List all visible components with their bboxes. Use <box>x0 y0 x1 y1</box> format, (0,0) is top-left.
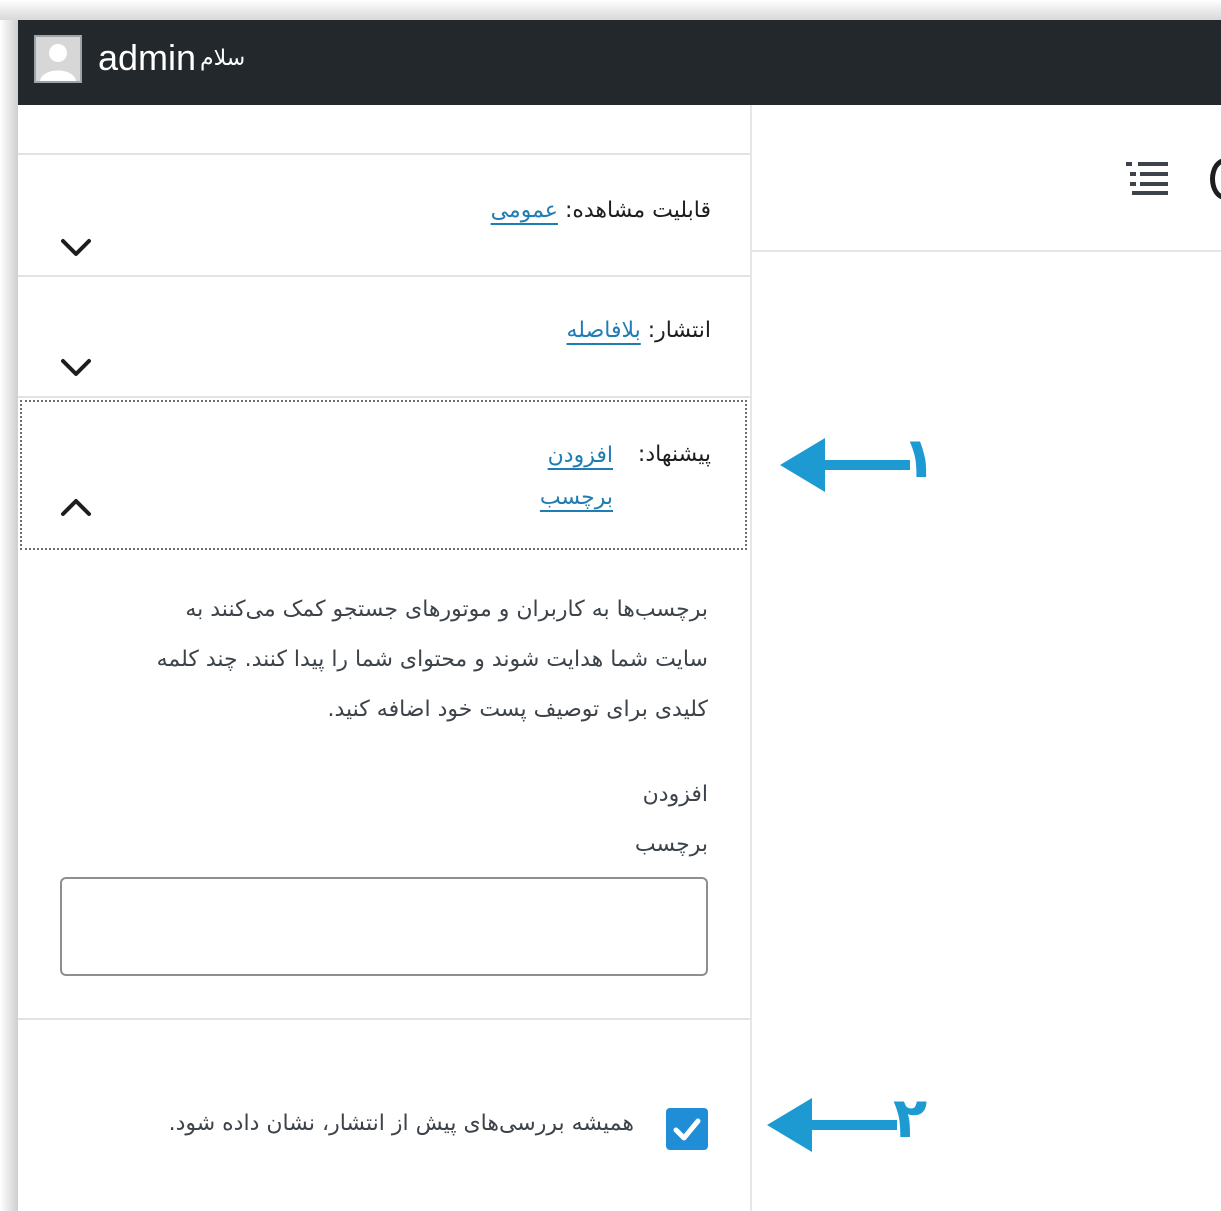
publish-label: انتشار: <box>647 318 711 343</box>
tags-help-line: برچسب‌ها به کاربران و موتورهای جستجو کمک… <box>185 597 708 622</box>
divider <box>18 1018 750 1020</box>
list-view-icon[interactable] <box>1124 158 1170 198</box>
chevron-up-icon[interactable] <box>60 497 92 517</box>
publish-row: انتشار: بلافاصله <box>567 314 711 348</box>
add-tag-link[interactable]: افزودن برچسب <box>533 435 613 519</box>
add-tag-field-label: افزودن برچسب <box>635 770 708 870</box>
tags-help-line: سایت شما هدایت شوند و محتوای شما را پیدا… <box>156 647 708 672</box>
sidebar-divider <box>750 105 752 1211</box>
annotation-number-1: ۱ <box>902 426 937 491</box>
checkmark-icon <box>673 1118 701 1141</box>
add-tag-label-line2: برچسب <box>634 832 708 857</box>
admin-bar: admin سلام <box>18 20 1221 105</box>
chevron-down-icon[interactable] <box>60 358 92 378</box>
chevron-down-icon[interactable] <box>60 238 92 258</box>
prepublish-checkbox[interactable] <box>666 1108 708 1150</box>
tags-help-line: کلیدی برای توصیف پست خود اضافه کنید. <box>327 697 708 722</box>
annotation-number-2: ۲ <box>893 1086 928 1151</box>
visibility-label: قابلیت مشاهده: <box>564 198 711 223</box>
admin-greeting[interactable]: سلام <box>200 44 245 74</box>
add-tag-link-line2[interactable]: برچسب <box>540 485 613 510</box>
add-tag-label-line1: افزودن <box>642 782 708 807</box>
add-tag-link-line1[interactable]: افزودن <box>548 443 613 468</box>
visibility-value-link[interactable]: عمومی <box>491 198 558 223</box>
suggestion-label: پیشنهاد: <box>637 442 711 467</box>
tags-help-text: برچسب‌ها به کاربران و موتورهای جستجو کمک… <box>68 585 708 735</box>
divider <box>18 275 750 277</box>
avatar[interactable] <box>34 35 82 83</box>
suggestion-panel-focused[interactable] <box>20 400 747 550</box>
visibility-row: قابلیت مشاهده: عمومی <box>491 194 711 228</box>
screenshot-frame-top <box>0 0 1221 20</box>
divider <box>18 153 750 155</box>
admin-user-name[interactable]: admin <box>98 36 196 80</box>
prepublish-checkbox-label[interactable]: همیشه بررسی‌های پیش از انتشار، نشان داده… <box>169 1104 634 1144</box>
divider <box>18 396 750 398</box>
screenshot-frame-left <box>0 20 18 1211</box>
tag-input[interactable] <box>60 877 708 976</box>
publish-value-link[interactable]: بلافاصله <box>567 318 641 343</box>
user-avatar-icon <box>36 37 80 81</box>
